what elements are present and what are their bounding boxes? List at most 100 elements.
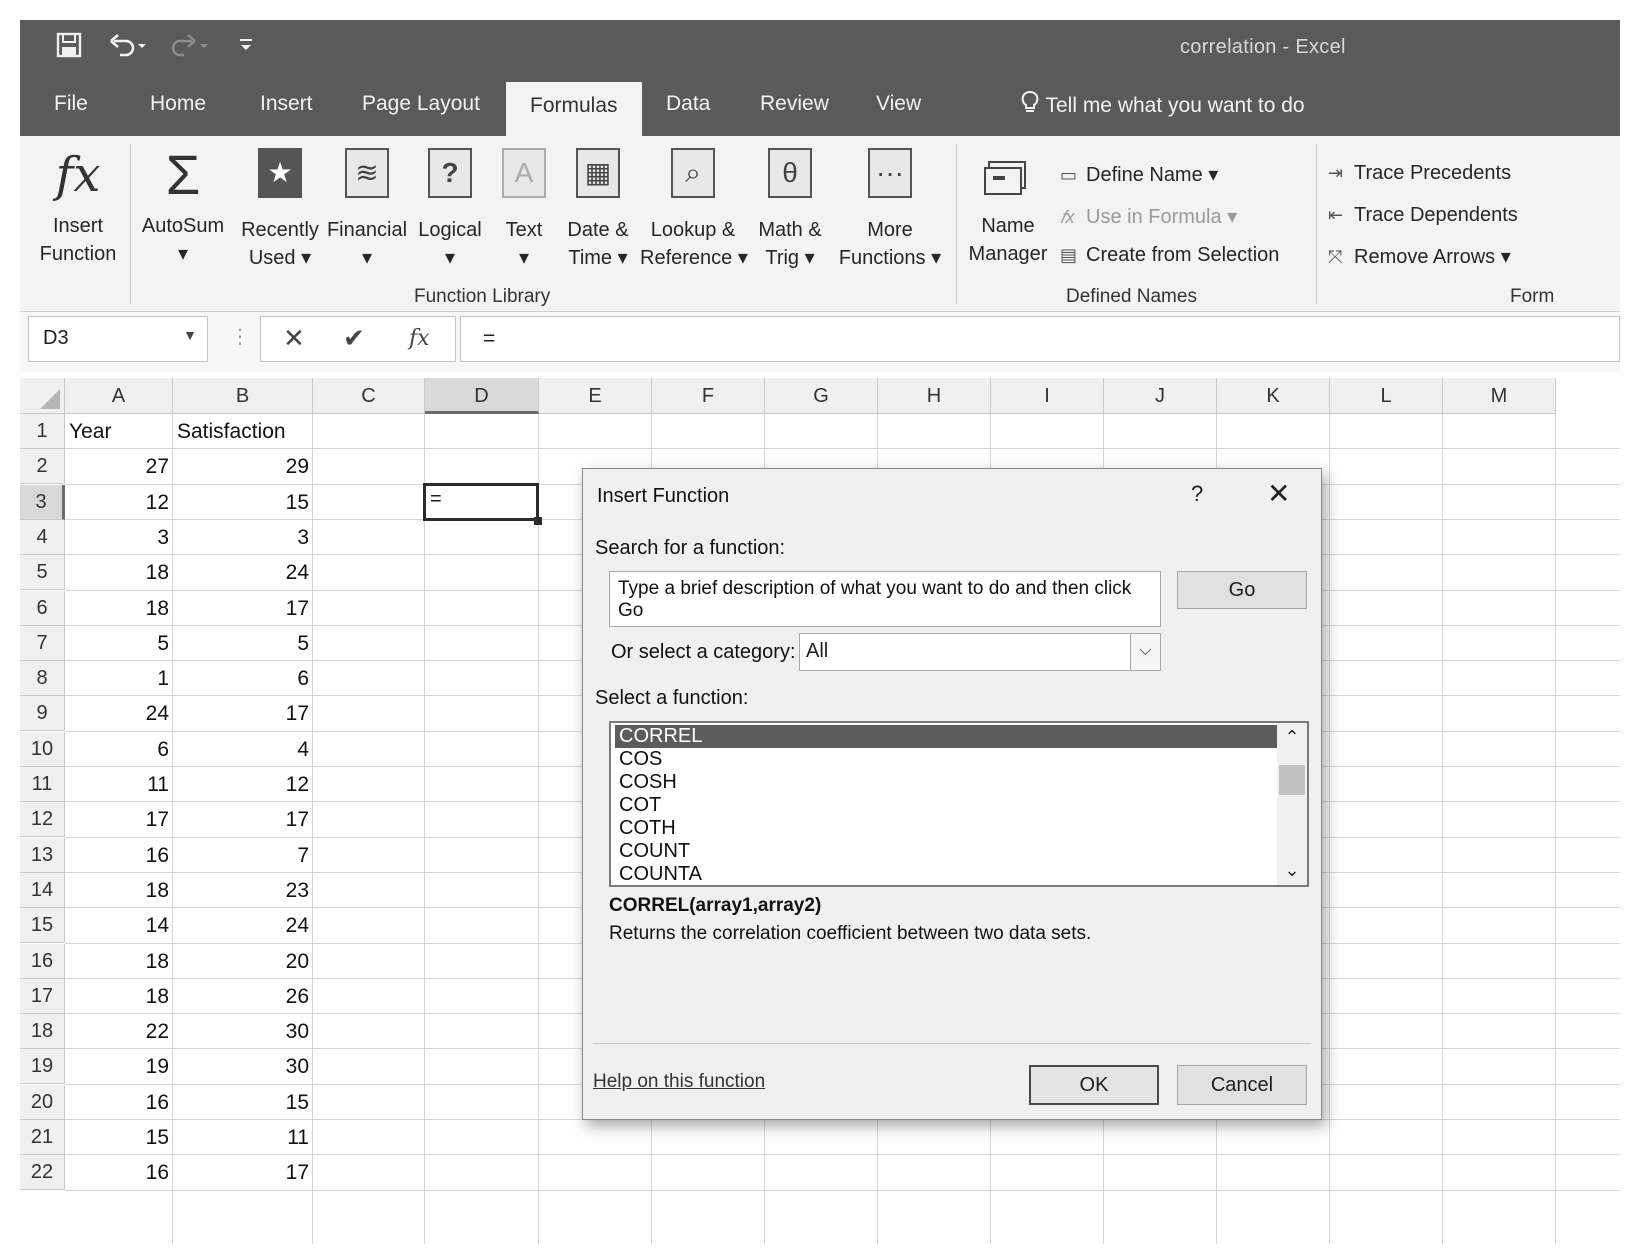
enter-check-icon[interactable]: ✔ xyxy=(343,323,365,354)
row-header-7[interactable]: 7 xyxy=(20,625,65,661)
redo-icon[interactable] xyxy=(170,32,210,65)
cell-b4[interactable]: 3 xyxy=(173,520,313,555)
row-header-13[interactable]: 13 xyxy=(20,837,65,873)
tab-insert[interactable]: Insert xyxy=(260,92,313,116)
insert-function-button[interactable]: fx Insert Function xyxy=(28,144,128,268)
trace-dependents-button[interactable]: ⇤ Trace Dependents xyxy=(1328,204,1518,227)
chevron-down-icon[interactable]: ▼ xyxy=(183,327,197,343)
row-header-16[interactable]: 16 xyxy=(20,943,65,979)
chevron-down-icon[interactable]: ⌵ xyxy=(1130,634,1160,670)
listbox-scrollbar[interactable]: ⌃ ⌄ xyxy=(1277,723,1307,885)
define-name-button[interactable]: ▭ Define Name ▾ xyxy=(1060,162,1218,187)
cancel-entry-icon[interactable]: ✕ xyxy=(283,323,305,354)
financial-button[interactable]: ≋ Financial ▾ xyxy=(322,144,412,272)
tell-me-box[interactable]: Tell me what you want to do xyxy=(1020,90,1305,118)
cell-b1[interactable]: Satisfaction xyxy=(173,414,313,449)
help-on-function-link[interactable]: Help on this function xyxy=(593,1071,765,1093)
function-listbox[interactable]: CORREL COS COSH COT COTH COUNT COUNTA ⌃ … xyxy=(609,721,1309,887)
cell-a10[interactable]: 6 xyxy=(65,732,173,767)
row-header-21[interactable]: 21 xyxy=(20,1120,65,1155)
formula-input[interactable]: = xyxy=(460,316,1620,362)
function-item-coth[interactable]: COTH xyxy=(615,817,1277,840)
customize-icon[interactable] xyxy=(238,34,254,62)
cell-a16[interactable]: 18 xyxy=(65,944,173,979)
function-item-counta[interactable]: COUNTA xyxy=(615,863,1277,885)
row-header-14[interactable]: 14 xyxy=(20,872,65,908)
name-manager-button[interactable]: Name Manager xyxy=(964,144,1052,268)
logical-button[interactable]: ? Logical ▾ xyxy=(410,144,490,272)
cell-b12[interactable]: 17 xyxy=(173,802,313,837)
cell-a17[interactable]: 18 xyxy=(65,979,173,1014)
more-functions-button[interactable]: ··· More Functions ▾ xyxy=(832,144,948,272)
column-header-e[interactable]: E xyxy=(539,378,652,414)
cell-b13[interactable]: 7 xyxy=(173,838,313,873)
create-from-selection-button[interactable]: ▤ Create from Selection xyxy=(1060,244,1279,267)
math-trig-button[interactable]: θ Math & Trig ▾ xyxy=(750,144,830,272)
row-header-22[interactable]: 22 xyxy=(20,1155,65,1191)
row-header-9[interactable]: 9 xyxy=(20,696,65,732)
formula-bar-grip-icon[interactable]: ⋮ xyxy=(230,324,250,349)
cell-a13[interactable]: 16 xyxy=(65,838,173,873)
cell-a5[interactable]: 18 xyxy=(65,555,173,590)
cell-b18[interactable]: 30 xyxy=(173,1014,313,1049)
cell-b15[interactable]: 24 xyxy=(173,908,313,943)
insert-function-fx-icon[interactable]: fx xyxy=(409,326,430,351)
cell-a21[interactable]: 15 xyxy=(65,1120,173,1155)
cell-a1[interactable]: Year xyxy=(65,414,173,449)
go-button[interactable]: Go xyxy=(1177,571,1307,609)
cell-a14[interactable]: 18 xyxy=(65,873,173,908)
use-in-formula-button[interactable]: 𝑓x Use in Formula ▾ xyxy=(1060,204,1237,229)
column-header-m[interactable]: M xyxy=(1443,378,1556,414)
function-item-cos[interactable]: COS xyxy=(615,748,1277,771)
row-header-19[interactable]: 19 xyxy=(20,1049,65,1085)
date-time-button[interactable]: ▦ Date & Time ▾ xyxy=(558,144,638,272)
column-header-k[interactable]: K xyxy=(1217,378,1330,414)
chevron-up-icon[interactable]: ⌃ xyxy=(1277,727,1307,748)
cell-a18[interactable]: 22 xyxy=(65,1014,173,1049)
tab-page-layout[interactable]: Page Layout xyxy=(362,92,480,116)
ok-button[interactable]: OK xyxy=(1029,1065,1159,1105)
autosum-button[interactable]: Σ AutoSum ▾ xyxy=(136,144,230,268)
column-header-j[interactable]: J xyxy=(1104,378,1217,414)
remove-arrows-button[interactable]: ⤧ Remove Arrows ▾ xyxy=(1328,244,1511,269)
select-all-button[interactable] xyxy=(20,378,65,414)
category-select[interactable]: All ⌵ xyxy=(799,633,1161,671)
row-header-5[interactable]: 5 xyxy=(20,555,65,591)
cell-b21[interactable]: 11 xyxy=(173,1120,313,1155)
cell-a12[interactable]: 17 xyxy=(65,802,173,837)
cell-a8[interactable]: 1 xyxy=(65,661,173,696)
cell-a3[interactable]: 12 xyxy=(65,485,173,520)
column-header-a[interactable]: A xyxy=(65,378,173,414)
text-button[interactable]: A Text ▾ xyxy=(494,144,554,272)
cell-b17[interactable]: 26 xyxy=(173,979,313,1014)
row-header-10[interactable]: 10 xyxy=(20,731,65,767)
cell-b5[interactable]: 24 xyxy=(173,555,313,590)
cell-a19[interactable]: 19 xyxy=(65,1049,173,1084)
name-box[interactable]: D3 ▼ xyxy=(28,316,208,362)
cell-a11[interactable]: 11 xyxy=(65,767,173,802)
cell-b22[interactable]: 17 xyxy=(173,1155,313,1190)
trace-precedents-button[interactable]: ⇥ Trace Precedents xyxy=(1328,162,1511,185)
cell-b19[interactable]: 30 xyxy=(173,1049,313,1084)
cell-b9[interactable]: 17 xyxy=(173,696,313,731)
close-icon[interactable]: ✕ xyxy=(1267,477,1290,510)
tab-formulas[interactable]: Formulas xyxy=(506,82,642,136)
tab-data[interactable]: Data xyxy=(666,92,710,116)
cell-b6[interactable]: 17 xyxy=(173,591,313,626)
cell-b2[interactable]: 29 xyxy=(173,449,313,484)
cell-b7[interactable]: 5 xyxy=(173,626,313,661)
row-header-1[interactable]: 1 xyxy=(20,414,65,449)
row-header-4[interactable]: 4 xyxy=(20,519,65,555)
cell-b11[interactable]: 12 xyxy=(173,767,313,802)
row-header-8[interactable]: 8 xyxy=(20,661,65,697)
function-item-count[interactable]: COUNT xyxy=(615,840,1277,863)
tab-view[interactable]: View xyxy=(876,92,921,116)
row-header-15[interactable]: 15 xyxy=(20,908,65,944)
cell-a22[interactable]: 16 xyxy=(65,1155,173,1190)
cell-b16[interactable]: 20 xyxy=(173,944,313,979)
cell-b20[interactable]: 15 xyxy=(173,1085,313,1120)
row-header-11[interactable]: 11 xyxy=(20,767,65,802)
column-header-f[interactable]: F xyxy=(652,378,765,414)
cell-a4[interactable]: 3 xyxy=(65,520,173,555)
row-header-6[interactable]: 6 xyxy=(20,590,65,626)
